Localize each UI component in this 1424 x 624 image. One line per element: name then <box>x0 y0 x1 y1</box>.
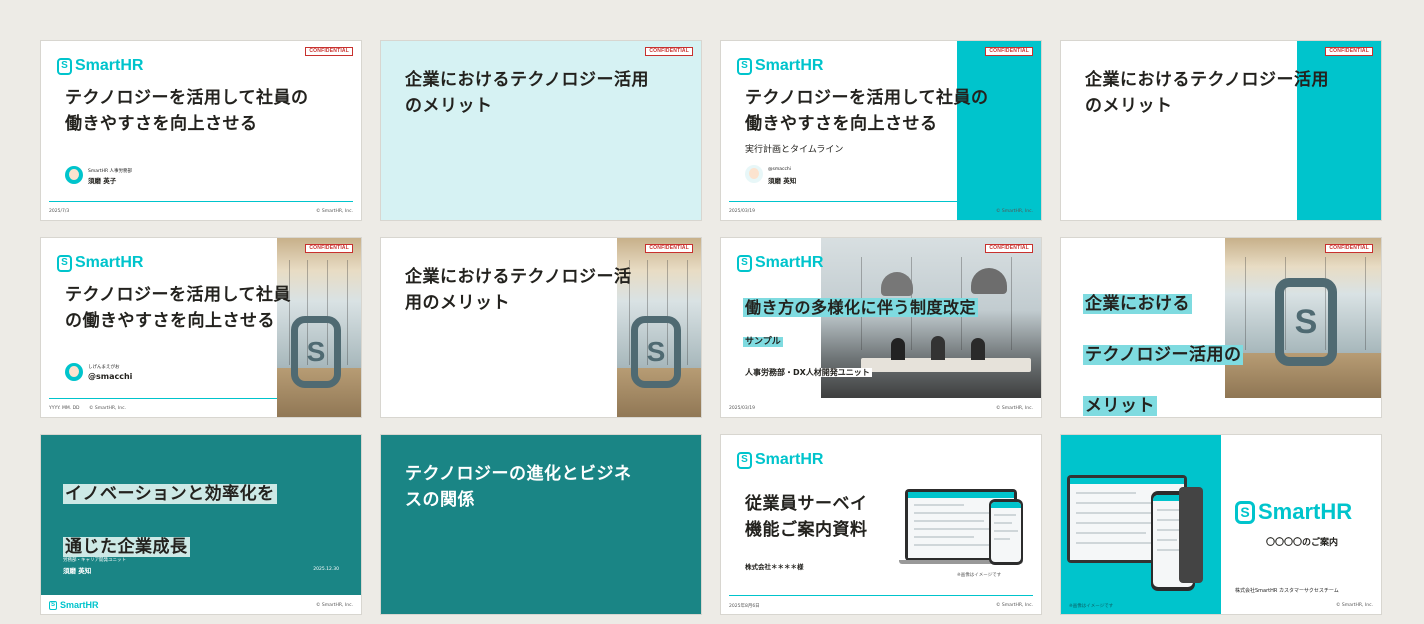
slide-title: 働き方の多様化に伴う制度改定 <box>743 298 979 317</box>
slide-thumbnail-7[interactable]: S SmartHR CONFIDENTIAL 働き方の多様化に伴う制度改定 サン… <box>720 237 1042 418</box>
slide-thumbnail-6[interactable]: S CONFIDENTIAL 企業におけるテクノロジー活 用のメリット <box>380 237 702 418</box>
slide-thumbnail-11[interactable]: S SmartHR 従業員サーベイ 機能ご案内資料 株式会社＊＊＊＊様 ※画像は… <box>720 434 1042 615</box>
confidential-badge: CONFIDENTIAL <box>305 244 353 253</box>
slide-title: テクノロジーを活用して社員の 働きやすさを向上させる <box>745 88 989 135</box>
image-note: ※画像はイメージです <box>957 573 1002 578</box>
slide-date: YYYY. MM. DD <box>49 406 80 411</box>
slide-title: テクノロジーの進化とビジネ スの関係 <box>405 464 632 511</box>
slide-date: 2025/03/19 <box>729 209 755 214</box>
slide-thumbnail-5[interactable]: S S SmartHR CONFIDENTIAL テクノロジーを活用して社員 の… <box>40 237 362 418</box>
smarthr-logo: S SmartHR <box>737 57 823 75</box>
presenter-department: 人事労務部・DX人材開発ユニット <box>743 368 872 377</box>
confidential-badge: CONFIDENTIAL <box>985 244 1033 253</box>
avatar <box>745 165 763 183</box>
phone-mockup <box>989 499 1023 565</box>
client-name: 株式会社＊＊＊＊様 <box>745 563 804 571</box>
tablet-mockup <box>1179 487 1203 583</box>
smarthr-logo-icon: S <box>57 254 72 272</box>
presenter-name: 須磨 英知 <box>63 567 92 575</box>
slide-title: 企業における テクノロジー活用の メリット <box>1083 293 1244 416</box>
copyright: © SmartHR, Inc. <box>316 603 353 608</box>
presenter-handle-label: しげんまえがお <box>88 365 120 370</box>
copyright: © SmartHR, Inc. <box>996 209 1033 214</box>
slide-title: 企業におけるテクノロジー活 用のメリット <box>405 267 632 314</box>
slide-thumbnail-4[interactable]: CONFIDENTIAL 企業におけるテクノロジー活用 のメリット <box>1060 40 1382 221</box>
slide-thumbnail-1[interactable]: S SmartHR CONFIDENTIAL テクノロジーを活用して社員の 働き… <box>40 40 362 221</box>
slide-thumbnail-3[interactable]: S SmartHR CONFIDENTIAL テクノロジーを活用して社員の 働き… <box>720 40 1042 221</box>
smarthr-sculpture-icon: S <box>1275 278 1337 366</box>
slide-subtitle: 実行計画とタイムライン <box>745 145 844 155</box>
smarthr-logo-large: S SmartHR <box>1235 499 1352 525</box>
slide-title: 企業におけるテクノロジー活用 のメリット <box>405 70 649 117</box>
slide-date: 2025.12.30 <box>313 567 339 572</box>
slide-title: テクノロジーを活用して社員の 働きやすさを向上させる <box>65 88 309 135</box>
slide-thumbnail-8[interactable]: S CONFIDENTIAL 企業における テクノロジー活用の メリット <box>1060 237 1382 418</box>
footer-rule <box>729 595 1033 596</box>
slide-thumbnail-2[interactable]: CONFIDENTIAL 企業におけるテクノロジー活用 のメリット <box>380 40 702 221</box>
slide-title: 従業員サーベイ 機能ご案内資料 <box>745 494 868 541</box>
smarthr-logo: S SmartHR <box>57 57 143 75</box>
copyright: © SmartHR, Inc. <box>996 603 1033 608</box>
confidential-badge: CONFIDENTIAL <box>305 47 353 56</box>
slide-subtitle: サンプル <box>743 337 783 347</box>
smarthr-logo: S SmartHR <box>57 254 143 272</box>
office-photo: S <box>1225 238 1381 398</box>
smarthr-sculpture-icon: S <box>291 316 341 388</box>
footer-rule <box>49 398 277 399</box>
footer-rule <box>729 201 957 202</box>
image-note: ※画像はイメージです <box>1069 604 1114 609</box>
confidential-badge: CONFIDENTIAL <box>1325 47 1373 56</box>
presenter-name: 須磨 英知 <box>768 177 797 185</box>
team-name: 株式会社SmartHR カスタマーサクセスチーム <box>1235 588 1339 594</box>
copyright: © SmartHR, Inc. <box>1336 603 1373 608</box>
avatar <box>65 166 83 184</box>
slide-title: テクノロジーを活用して社員 の働きやすさを向上させる <box>65 285 291 332</box>
avatar <box>65 363 83 381</box>
smarthr-logo-icon: S <box>737 254 752 272</box>
smarthr-logo: S SmartHR <box>737 254 823 272</box>
slide-date: 2025/03/19 <box>729 406 755 411</box>
slide-date: 2025/7/3 <box>49 209 70 214</box>
confidential-badge: CONFIDENTIAL <box>645 244 693 253</box>
smarthr-logo-icon: S <box>737 57 752 75</box>
slide-date: 2025年8月6日 <box>729 604 760 609</box>
copyright: © SmartHR, Inc. <box>316 209 353 214</box>
presenter-department: SmartHR 人事労務部 <box>88 169 133 174</box>
smarthr-logo-icon: S <box>1235 500 1255 524</box>
smarthr-logo: S SmartHR <box>49 600 99 610</box>
presenter-name: 須磨 英子 <box>88 177 117 185</box>
slide-thumbnail-10[interactable]: テクノロジーの進化とビジネ スの関係 <box>380 434 702 615</box>
smarthr-logo: S SmartHR <box>737 451 823 469</box>
smarthr-sculpture-icon: S <box>631 316 681 388</box>
presenter-handle: @smacchi <box>768 167 792 172</box>
smarthr-logo-icon: S <box>57 57 72 75</box>
presenter-handle: @smacchi <box>88 372 133 381</box>
smarthr-logo-icon: S <box>737 451 752 469</box>
confidential-badge: CONFIDENTIAL <box>985 47 1033 56</box>
slide-title: イノベーションと効率化を 通じた企業成長 <box>63 484 277 558</box>
smarthr-logo-icon: S <box>49 600 57 610</box>
confidential-badge: CONFIDENTIAL <box>1325 244 1373 253</box>
confidential-badge: CONFIDENTIAL <box>645 47 693 56</box>
slide-title: 企業におけるテクノロジー活用 のメリット <box>1085 70 1329 117</box>
copyright: © SmartHR, Inc. <box>996 406 1033 411</box>
slide-thumbnail-12[interactable]: ※画像はイメージです S SmartHR 〇〇〇〇のご案内 株式会社SmartH… <box>1060 434 1382 615</box>
footer-rule <box>49 201 353 202</box>
slide-subtitle: 〇〇〇〇のご案内 <box>1265 538 1338 548</box>
slide-thumbnail-9[interactable]: イノベーションと効率化を 通じた企業成長 労務部・キャリア開発ユニット 須磨 英… <box>40 434 362 615</box>
copyright: © SmartHR, Inc. <box>89 406 126 411</box>
presenter-department: 労務部・キャリア開発ユニット <box>63 558 126 563</box>
